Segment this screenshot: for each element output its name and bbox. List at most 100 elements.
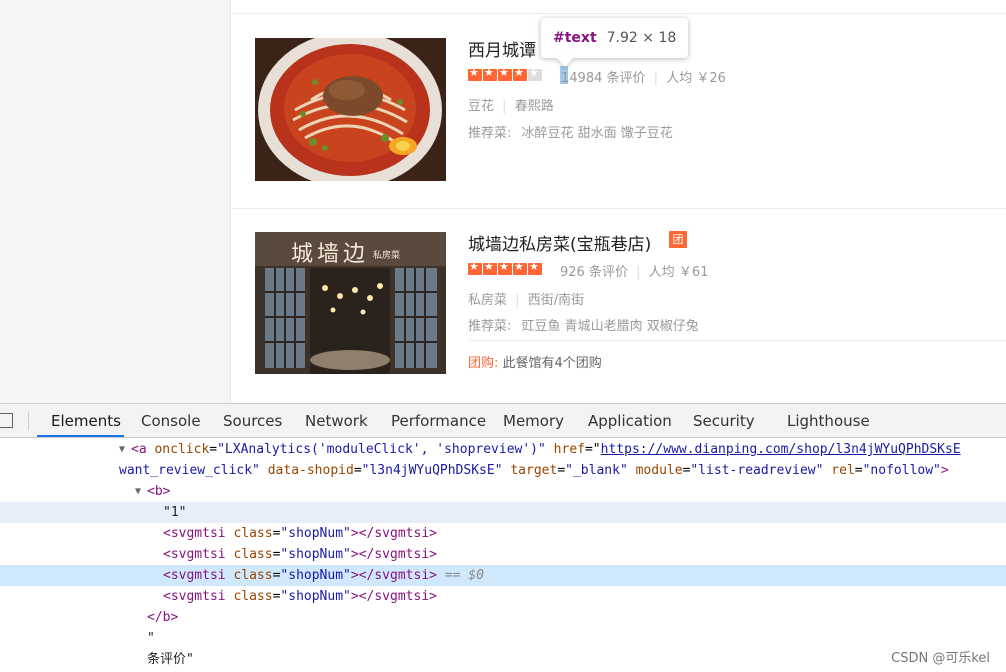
tab-network[interactable]: Network	[305, 404, 368, 437]
tag-open: <svgmtsi	[163, 568, 226, 583]
tag-close: </svgmtsi>	[358, 547, 437, 562]
avg-label: 人均	[648, 265, 675, 280]
divider	[232, 208, 1006, 209]
dom-node-b[interactable]: ▼ <b>	[0, 481, 1006, 502]
attr-name: href	[553, 442, 585, 457]
tag-open: <a	[131, 442, 147, 457]
area-tag[interactable]: 西街/南街	[528, 293, 584, 308]
tag-close: </svgmtsi>	[358, 568, 437, 583]
text-node-value: "	[147, 631, 155, 646]
dom-node-a-continued[interactable]: want_review_click" data-shopid="l3n4jWYu…	[0, 460, 1006, 481]
recommend-row: 推荐菜: 冰醉豆花 甜水面 馓子豆花	[468, 122, 673, 141]
tab-console[interactable]: Console	[141, 404, 201, 437]
tag-open: <svgmtsi	[163, 547, 226, 562]
star-icon	[483, 260, 497, 275]
devtools-panel: Elements Console Sources Network Perform…	[0, 403, 1006, 672]
recommend-dishes[interactable]: 冰醉豆花 甜水面 馓子豆花	[522, 126, 673, 141]
divider	[28, 412, 29, 430]
attr-name: onclick	[154, 442, 210, 457]
recommend-dishes[interactable]: 豇豆鱼 青城山老腊肉 双椒仔兔	[522, 319, 699, 334]
tab-security[interactable]: Security	[693, 404, 755, 437]
tooltip-node-tag: #text	[553, 30, 597, 46]
shop-title[interactable]: 城墙边私房菜(宝瓶巷店)	[468, 230, 651, 255]
tab-elements[interactable]: Elements	[51, 404, 121, 437]
review-meta: 14984 条评价 | 人均 ￥26	[561, 67, 726, 86]
text-node-value: 条评价"	[147, 652, 194, 667]
shop-image-noodles[interactable]	[255, 38, 446, 181]
review-count[interactable]: 14984	[561, 71, 602, 86]
expand-triangle-icon[interactable]: ▼	[119, 439, 125, 460]
attr-value: "shopNum"	[280, 589, 351, 604]
text-node-value: "1"	[163, 505, 187, 520]
star-icon	[513, 260, 527, 275]
group-buy-row[interactable]: 团购: 此餐馆有4个团购	[468, 352, 602, 371]
inspect-tooltip: #text 7.92 × 18	[541, 18, 689, 58]
tab-lighthouse[interactable]: Lighthouse	[787, 404, 870, 437]
dom-text-node[interactable]: "	[0, 628, 1006, 649]
attr-name: data-shopid	[267, 463, 354, 478]
device-toolbar-icon[interactable]	[0, 413, 13, 428]
attr-name: target	[510, 463, 558, 478]
divider	[468, 340, 1006, 341]
tab-memory[interactable]: Memory	[503, 404, 564, 437]
attr-value: "LXAnalytics('moduleClick', 'shopreview'…	[217, 442, 546, 457]
recommend-row: 推荐菜: 豇豆鱼 青城山老腊肉 双椒仔兔	[468, 315, 699, 334]
href-link[interactable]: https://www.dianping.com/shop/l3n4jWYuQP…	[601, 442, 961, 457]
left-sidebar-blank	[0, 0, 231, 403]
attr-value: "list-readreview"	[690, 463, 824, 478]
recommend-label: 推荐菜:	[468, 126, 512, 141]
group-buy-text[interactable]: 此餐馆有4个团购	[503, 356, 602, 371]
avg-price: ￥26	[696, 71, 726, 86]
attr-value: "_blank"	[565, 463, 628, 478]
tab-application[interactable]: Application	[588, 404, 672, 437]
tooltip-dimensions: 7.92 × 18	[606, 30, 677, 46]
dom-node-svgmtsi[interactable]: <svgmtsi class="shopNum"></svgmtsi>	[0, 544, 1006, 565]
attr-name: module	[635, 463, 683, 478]
dom-node-a[interactable]: ▼ <a onclick="LXAnalytics('moduleClick',…	[0, 439, 1006, 460]
dom-node-svgmtsi[interactable]: <svgmtsi class="shopNum"></svgmtsi>	[0, 523, 1006, 544]
attr-value: want_review_click"	[119, 463, 260, 478]
separator: |	[502, 99, 507, 114]
active-tab-indicator	[37, 435, 124, 437]
dom-node-svgmtsi-selected[interactable]: <svgmtsi class="shopNum"></svgmtsi> == $…	[0, 565, 1006, 586]
attr-value: "shopNum"	[280, 568, 351, 583]
review-suffix[interactable]: 条评价	[589, 265, 628, 280]
review-count[interactable]: 926	[560, 265, 585, 280]
star-rating	[468, 260, 542, 275]
avg-label: 人均	[666, 71, 693, 86]
sign-text: 城墙边	[291, 242, 370, 267]
separator: |	[636, 265, 641, 280]
tag-close: </svgmtsi>	[358, 526, 437, 541]
attr-name: rel	[831, 463, 855, 478]
tag-open: <svgmtsi	[163, 589, 226, 604]
dom-node-svgmtsi[interactable]: <svgmtsi class="shopNum"></svgmtsi>	[0, 586, 1006, 607]
separator: |	[515, 293, 520, 308]
category-tag[interactable]: 私房菜	[468, 293, 507, 308]
selected-node-marker: == $0	[444, 568, 484, 583]
devtools-tabbar: Elements Console Sources Network Perform…	[0, 404, 1006, 438]
star-icon	[498, 260, 512, 275]
category-row: 私房菜 | 西街/南街	[468, 289, 584, 308]
dom-text-node[interactable]: "1"	[0, 502, 1006, 523]
star-icon	[483, 66, 497, 81]
review-suffix[interactable]: 条评价	[607, 71, 646, 86]
expand-triangle-icon[interactable]: ▼	[135, 481, 141, 502]
area-tag[interactable]: 春熙路	[515, 99, 554, 114]
attr-name: class	[233, 526, 273, 541]
attr-name: class	[233, 547, 273, 562]
divider	[232, 13, 1006, 14]
shop-image-storefront[interactable]: 城墙边 私房菜	[255, 232, 446, 374]
tab-sources[interactable]: Sources	[223, 404, 282, 437]
shop-title[interactable]: 西月城谭	[468, 36, 536, 61]
category-tag[interactable]: 豆花	[468, 99, 494, 114]
dom-text-node[interactable]: 条评价"	[0, 649, 1006, 670]
star-icon	[468, 66, 482, 81]
watermark: CSDN @可乐kel	[891, 651, 990, 666]
tab-performance[interactable]: Performance	[391, 404, 486, 437]
attr-value: "nofollow"	[862, 463, 941, 478]
dom-node-b-close[interactable]: </b>	[0, 607, 1006, 628]
group-buy-label: 团购:	[468, 356, 499, 371]
group-buy-badge[interactable]: 团	[669, 231, 687, 248]
star-empty-icon	[528, 66, 542, 81]
tag-open: <svgmtsi	[163, 526, 226, 541]
